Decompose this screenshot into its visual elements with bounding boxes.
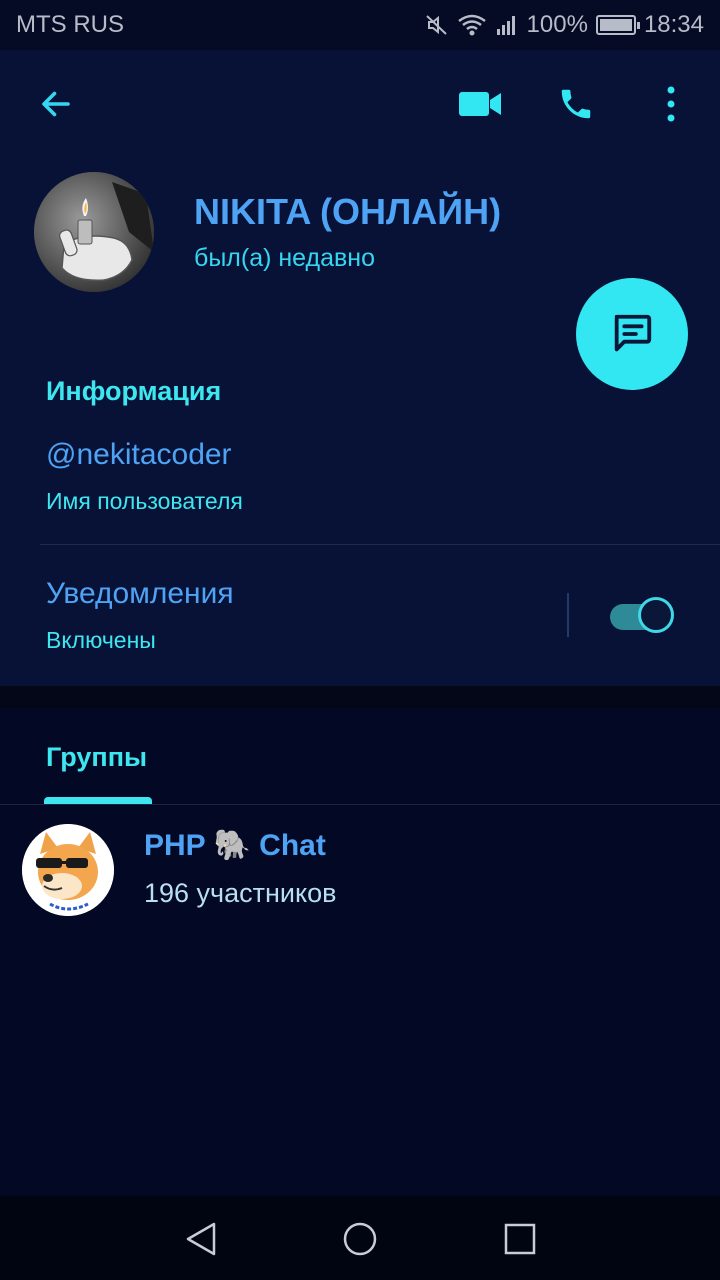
username-value[interactable]: @nekitacoder <box>46 438 232 472</box>
doge-sunglasses-icon <box>22 824 114 916</box>
video-call-button[interactable] <box>454 78 506 130</box>
profile-last-seen: был(а) недавно <box>194 244 376 272</box>
mute-icon <box>425 15 447 35</box>
phone-icon <box>561 89 591 119</box>
section-separator <box>0 686 720 708</box>
list-item[interactable]: PHP 🐘 Chat 196 участников <box>0 820 720 920</box>
group-avatar <box>22 824 114 916</box>
status-bar: MTS RUS 100% 18:34 <box>0 0 720 50</box>
video-camera-icon <box>459 92 501 116</box>
nav-recents-button[interactable] <box>495 1214 545 1264</box>
profile-name: NIKITA (ОНЛАЙН) <box>194 191 502 232</box>
nav-recents-icon <box>504 1223 536 1255</box>
carrier-name: MTS RUS <box>16 11 124 38</box>
status-icons: 100% 18:34 <box>425 11 704 39</box>
avatar-lighter-image <box>34 172 154 292</box>
nav-back-icon <box>186 1222 216 1256</box>
group-name: PHP 🐘 Chat <box>144 829 326 862</box>
tab-indicator <box>44 797 152 804</box>
vertical-divider <box>567 593 569 637</box>
send-message-button[interactable] <box>576 278 688 390</box>
notifications-toggle[interactable] <box>608 596 680 636</box>
group-members-count: 196 участников <box>144 878 337 908</box>
username-label: Имя пользователя <box>46 488 243 514</box>
battery-percent: 100% <box>526 11 588 38</box>
toggle-knob <box>638 597 674 633</box>
notifications-status: Включены <box>46 627 156 653</box>
notifications-title[interactable]: Уведомления <box>46 577 234 611</box>
nav-home-button[interactable] <box>335 1214 385 1264</box>
clock: 18:34 <box>643 11 704 38</box>
message-icon <box>614 314 652 352</box>
tab-underline <box>0 804 720 805</box>
navigation-bar <box>0 1196 720 1280</box>
more-vertical-icon <box>667 86 675 122</box>
nav-home-icon <box>343 1222 377 1256</box>
voice-call-button[interactable] <box>550 78 602 130</box>
info-section-title: Информация <box>46 376 222 406</box>
back-button[interactable] <box>30 78 82 130</box>
battery-charging-icon <box>595 15 640 35</box>
arrow-back-icon <box>42 91 70 117</box>
signal-icon <box>496 16 515 35</box>
more-options-button[interactable] <box>648 78 694 130</box>
profile-avatar[interactable] <box>34 172 154 292</box>
tab-groups[interactable]: Группы <box>46 742 147 773</box>
wifi-icon <box>457 14 486 36</box>
divider <box>40 544 720 545</box>
nav-back-button[interactable] <box>176 1214 226 1264</box>
groups-section: Группы PHP 🐘 Chat 196 участников <box>0 708 720 1196</box>
profile-header: NIKITA (ОНЛАЙН) был(а) недавно Информаци… <box>0 50 720 686</box>
